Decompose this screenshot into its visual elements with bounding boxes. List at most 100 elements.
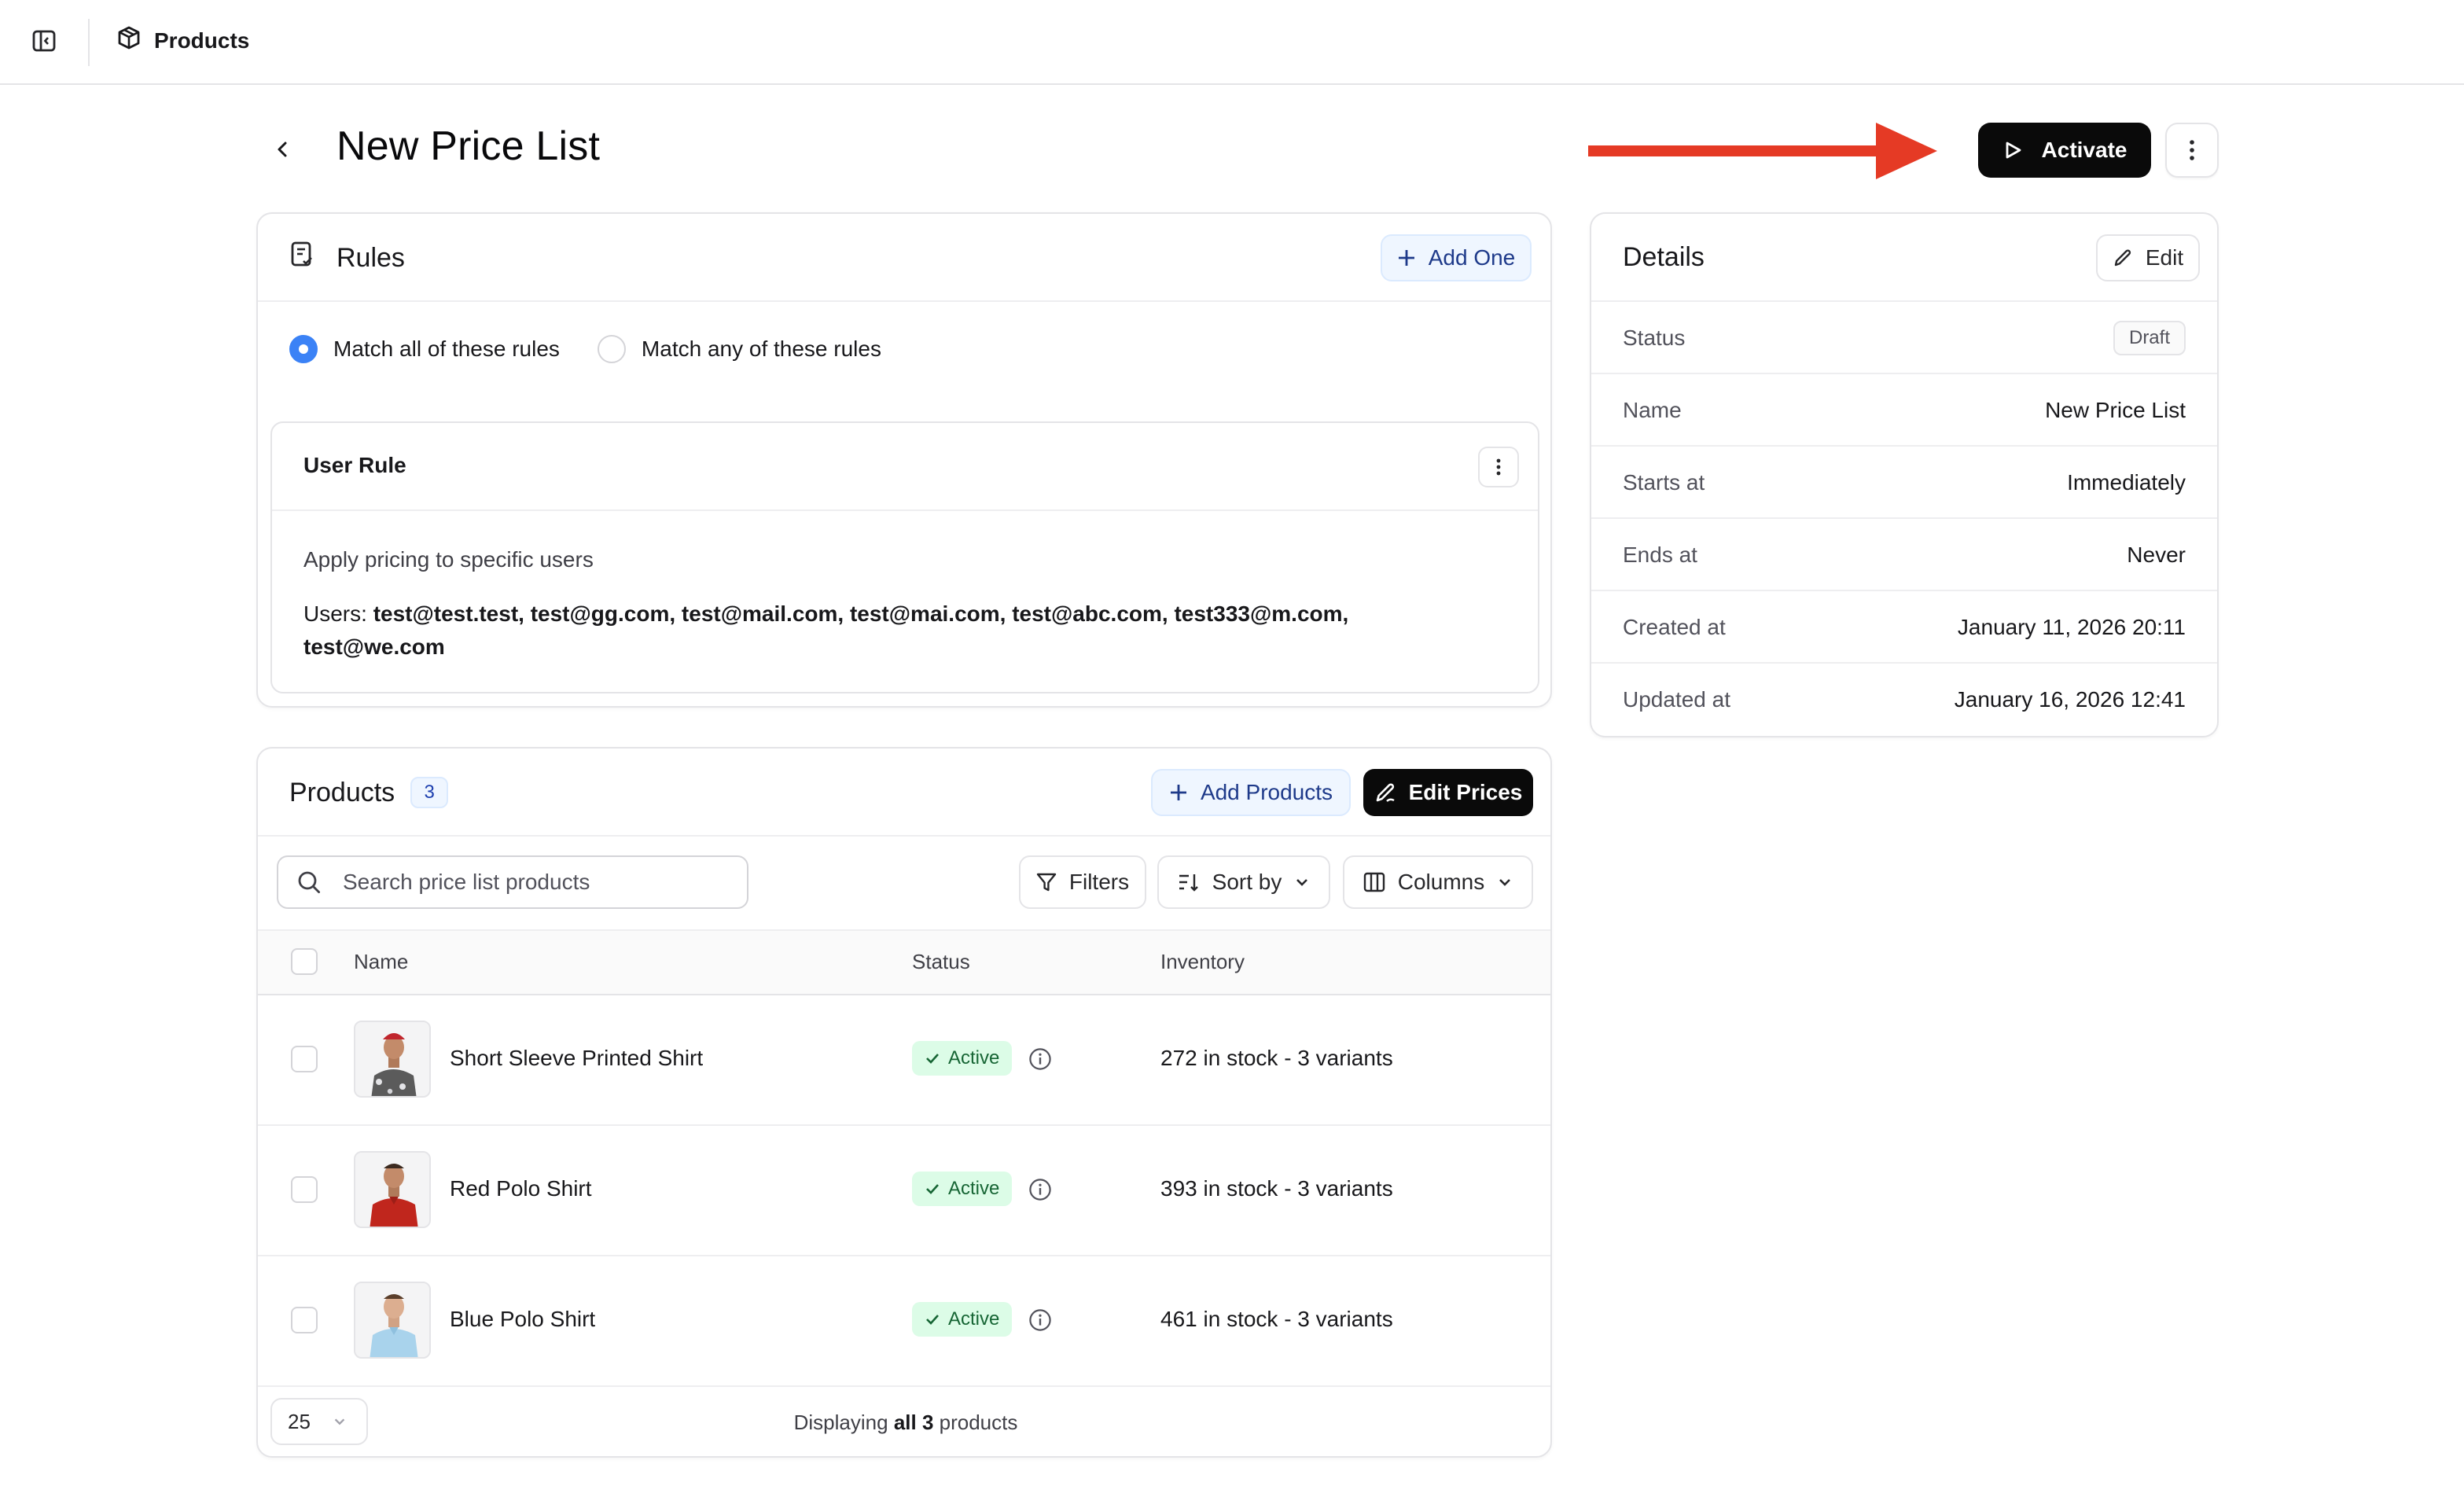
play-icon — [2006, 142, 2021, 159]
add-rule-label: Add One — [1428, 245, 1516, 270]
more-vertical-icon — [2190, 140, 2194, 160]
add-products-button[interactable]: Add Products — [1151, 769, 1351, 816]
columns-label: Columns — [1397, 870, 1485, 894]
summary-suffix: products — [939, 1411, 1018, 1434]
table-row[interactable]: Blue Polo Shirt Active 461 in stock - 3 … — [258, 1256, 1550, 1387]
detail-label: Ends at — [1623, 543, 1697, 567]
product-thumbnail — [354, 1282, 431, 1359]
match-any-radio[interactable] — [597, 335, 626, 363]
breadcrumb[interactable]: Products — [116, 25, 249, 56]
match-any-option[interactable]: Match any of these rules — [597, 335, 881, 363]
product-name[interactable]: Red Polo Shirt — [450, 1176, 592, 1201]
rules-title: Rules — [337, 243, 405, 273]
product-thumbnail — [354, 1021, 431, 1098]
edit-prices-label: Edit Prices — [1408, 780, 1523, 804]
match-all-option[interactable]: Match all of these rules — [289, 335, 560, 363]
search-input[interactable] — [343, 870, 720, 895]
status-badge: Active — [912, 1041, 1013, 1076]
edit-details-label: Edit — [2145, 245, 2184, 270]
user-rule-menu-button[interactable] — [1478, 447, 1519, 487]
product-thumbnail — [354, 1151, 431, 1228]
row-checkbox[interactable] — [291, 1046, 318, 1072]
back-button[interactable] — [266, 132, 300, 167]
filters-button[interactable]: Filters — [1019, 855, 1146, 909]
users-list: test@test.test, test@gg.com, test@mail.c… — [303, 601, 1349, 659]
users-prefix: Users: — [303, 601, 367, 626]
column-header-inventory[interactable]: Inventory — [1160, 950, 1245, 974]
box-icon — [116, 25, 142, 56]
detail-value: Immediately — [2067, 470, 2186, 495]
detail-label: Name — [1623, 398, 1682, 422]
table-header: Name Status Inventory — [258, 931, 1550, 995]
columns-icon — [1363, 872, 1385, 892]
table-footer: 25 Displaying all 3 products — [258, 1387, 1550, 1456]
detail-value: New Price List — [2045, 398, 2186, 422]
details-title: Details — [1623, 242, 1705, 272]
plus-icon — [1398, 250, 1414, 266]
edit-prices-button[interactable]: Edit Prices — [1363, 769, 1533, 816]
details-row-ends-at: Ends at Never — [1591, 519, 2217, 591]
check-icon — [926, 1184, 939, 1194]
column-header-name[interactable]: Name — [354, 950, 408, 974]
user-rule-description: Apply pricing to specific users — [303, 547, 594, 572]
info-icon[interactable] — [1028, 1308, 1052, 1332]
columns-button[interactable]: Columns — [1343, 855, 1533, 909]
details-row-starts-at: Starts at Immediately — [1591, 447, 2217, 519]
match-all-radio[interactable] — [289, 335, 318, 363]
sort-button[interactable]: Sort by — [1157, 855, 1330, 909]
add-products-label: Add Products — [1200, 780, 1333, 804]
activate-button[interactable]: Activate — [1978, 123, 2151, 178]
topbar-divider — [88, 19, 90, 66]
details-row-name: Name New Price List — [1591, 374, 2217, 447]
pagination-summary: Displaying all 3 products — [258, 1411, 1550, 1435]
info-icon[interactable] — [1028, 1047, 1052, 1071]
inventory-text: 393 in stock - 3 variants — [1160, 1176, 1393, 1201]
detail-value: January 16, 2026 12:41 — [1954, 687, 2186, 712]
details-header: Details Edit — [1591, 214, 2217, 302]
page-header: New Price List Activate — [256, 120, 2219, 179]
products-card: Products 3 Add Products Edit Prices Filt… — [256, 747, 1552, 1458]
summary-prefix: Displaying — [793, 1411, 888, 1434]
column-header-status[interactable]: Status — [912, 950, 970, 974]
add-rule-button[interactable]: Add One — [1381, 234, 1532, 281]
detail-value: Never — [2127, 543, 2186, 567]
select-all-checkbox[interactable] — [291, 948, 318, 975]
chevron-down-icon — [1296, 879, 1308, 886]
sort-label: Sort by — [1212, 870, 1282, 894]
products-header: Products 3 Add Products Edit Prices — [258, 749, 1550, 837]
rules-icon — [289, 241, 314, 276]
match-any-label: Match any of these rules — [641, 337, 881, 361]
sidebar-toggle-icon[interactable] — [28, 25, 60, 57]
search-field[interactable] — [277, 855, 748, 909]
table-row[interactable]: Red Polo Shirt Active 393 in stock - 3 v… — [258, 1126, 1550, 1256]
products-toolbar: Filters Sort by Columns — [258, 837, 1550, 931]
products-title: Products — [289, 777, 395, 807]
chevron-left-icon — [278, 142, 287, 157]
table-row[interactable]: Short Sleeve Printed Shirt Active 272 in… — [258, 995, 1550, 1126]
breadcrumb-label: Products — [154, 28, 250, 53]
page-title: New Price List — [337, 123, 601, 169]
filters-label: Filters — [1068, 870, 1130, 894]
status-label: Active — [948, 1308, 1000, 1330]
row-checkbox[interactable] — [291, 1307, 318, 1333]
product-name[interactable]: Short Sleeve Printed Shirt — [450, 1046, 703, 1071]
product-name[interactable]: Blue Polo Shirt — [450, 1307, 595, 1332]
user-rule-panel: User Rule Apply pricing to specific user… — [270, 421, 1539, 693]
status-badge: Active — [912, 1302, 1013, 1337]
search-icon — [298, 871, 321, 894]
user-rule-title: User Rule — [303, 453, 406, 477]
inventory-text: 272 in stock - 3 variants — [1160, 1046, 1393, 1070]
sort-icon — [1179, 874, 1198, 892]
detail-label: Starts at — [1623, 470, 1705, 495]
status-label: Active — [948, 1047, 1000, 1069]
detail-label: Updated at — [1623, 687, 1730, 712]
filter-icon — [1036, 873, 1057, 892]
more-options-button[interactable] — [2165, 123, 2219, 178]
edit-details-button[interactable]: Edit — [2096, 234, 2200, 281]
row-checkbox[interactable] — [291, 1176, 318, 1203]
chevron-down-icon — [1499, 879, 1511, 886]
summary-count: all 3 — [893, 1411, 934, 1434]
pen-tool-icon — [1376, 783, 1395, 802]
inventory-text: 461 in stock - 3 variants — [1160, 1307, 1393, 1331]
info-icon[interactable] — [1028, 1178, 1052, 1201]
